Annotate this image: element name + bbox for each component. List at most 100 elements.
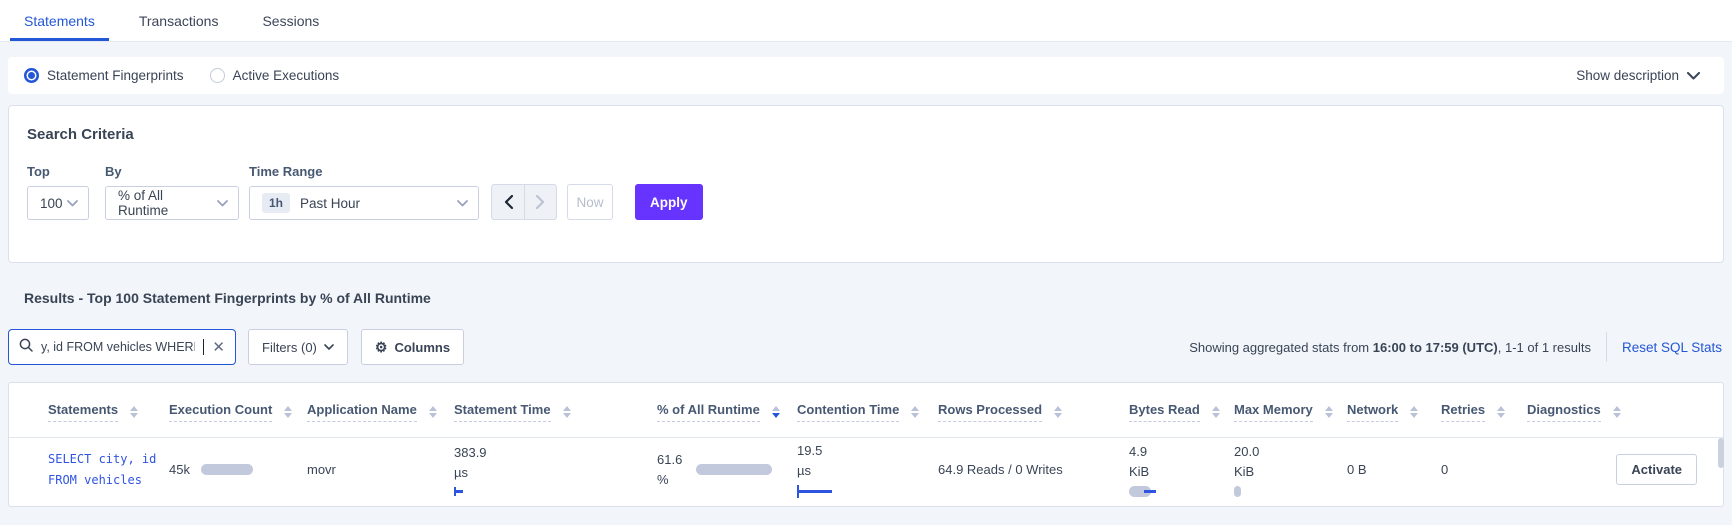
statement-search-input[interactable]: y, id FROM vehicles WHERE city = $1 ✕ bbox=[8, 329, 236, 365]
search-input-value: y, id FROM vehicles WHERE city = $1 bbox=[41, 340, 195, 354]
rows-processed-cell: 64.9 Reads / 0 Writes bbox=[938, 461, 1063, 477]
sort-icon bbox=[1410, 406, 1419, 418]
stats-time-range: 16:00 to 17:59 (UTC) bbox=[1372, 339, 1498, 355]
by-select-value: % of All Runtime bbox=[118, 188, 169, 218]
chevron-down-icon bbox=[67, 199, 78, 207]
sort-icon bbox=[284, 406, 293, 418]
vertical-scrollbar-thumb[interactable] bbox=[1718, 438, 1724, 468]
column-header-execution-count[interactable]: Execution Count bbox=[169, 402, 307, 422]
show-description-toggle[interactable]: Show description bbox=[1576, 68, 1708, 83]
retries-cell: 0 bbox=[1441, 461, 1449, 477]
time-range-pager bbox=[491, 184, 557, 220]
max-memory-cell: 20.0 KiB bbox=[1234, 442, 1347, 497]
execution-count-bar bbox=[200, 464, 253, 475]
view-toggle-bar: Statement Fingerprints Active Executions… bbox=[8, 57, 1724, 94]
results-toolbar: y, id FROM vehicles WHERE city = $1 ✕ Fi… bbox=[8, 329, 1724, 365]
gear-icon: ⚙ bbox=[374, 338, 388, 355]
next-time-button[interactable] bbox=[524, 185, 556, 219]
table-header-row: Statements Execution Count Application N… bbox=[9, 383, 1723, 437]
activate-diagnostics-button[interactable]: Activate bbox=[1616, 454, 1697, 485]
column-header-percent-runtime[interactable]: % of All Runtime bbox=[657, 402, 797, 422]
tab-statements[interactable]: Statements bbox=[10, 0, 109, 41]
column-header-statement-time[interactable]: Statement Time bbox=[454, 402, 657, 422]
chevron-down-icon bbox=[217, 199, 228, 207]
sort-icon bbox=[1054, 406, 1063, 418]
column-header-diagnostics[interactable]: Diagnostics bbox=[1527, 402, 1715, 422]
column-header-contention-time[interactable]: Contention Time bbox=[797, 402, 938, 422]
sort-icon bbox=[1211, 406, 1220, 418]
show-description-label: Show description bbox=[1576, 68, 1679, 83]
runtime-percent-cell: 61.6 % bbox=[657, 450, 797, 490]
radio-label: Active Executions bbox=[232, 68, 340, 83]
sort-icon-descending bbox=[771, 406, 780, 418]
chevron-right-icon bbox=[536, 195, 545, 209]
statements-table: Statements Execution Count Application N… bbox=[8, 382, 1724, 507]
results-heading: Results - Top 100 Statement Fingerprints… bbox=[24, 290, 431, 306]
now-button[interactable]: Now bbox=[567, 184, 613, 220]
column-header-bytes-read[interactable]: Bytes Read bbox=[1129, 402, 1234, 422]
reset-sql-stats-link[interactable]: Reset SQL Stats bbox=[1622, 340, 1724, 355]
sort-icon bbox=[1497, 406, 1506, 418]
column-header-application-name[interactable]: Application Name bbox=[307, 402, 454, 422]
runtime-percent-bar bbox=[696, 464, 773, 475]
top-nav: Statements Transactions Sessions bbox=[0, 0, 1732, 42]
statement-time-cell: 383.9 µs bbox=[454, 443, 657, 496]
by-select[interactable]: % of All Runtime bbox=[105, 186, 239, 220]
divider bbox=[1605, 332, 1607, 362]
columns-button[interactable]: ⚙ Columns bbox=[360, 329, 465, 365]
top-select[interactable]: 100 bbox=[27, 186, 89, 220]
time-range-label: Time Range bbox=[249, 164, 323, 179]
sort-icon bbox=[562, 406, 571, 418]
clear-search-icon[interactable]: ✕ bbox=[212, 340, 225, 355]
network-cell: 0 B bbox=[1347, 461, 1367, 477]
radio-selected-icon bbox=[24, 68, 39, 83]
table-row: SELECT city, id FROM vehicles 45k movr 3… bbox=[9, 437, 1723, 501]
text-cursor bbox=[202, 339, 205, 355]
aggregated-stats-text: Showing aggregated stats from 16:00 to 1… bbox=[1189, 339, 1591, 355]
sort-icon bbox=[1324, 406, 1333, 418]
filters-button[interactable]: Filters (0) bbox=[248, 329, 348, 365]
column-header-rows-processed[interactable]: Rows Processed bbox=[938, 402, 1129, 422]
radio-unselected-icon bbox=[209, 68, 225, 83]
search-criteria-title: Search Criteria bbox=[27, 126, 134, 143]
bytes-read-cell: 4.9 KiB bbox=[1129, 442, 1234, 497]
bytes-read-bar bbox=[1129, 486, 1163, 497]
chevron-down-icon bbox=[324, 344, 334, 350]
sort-icon bbox=[911, 406, 920, 418]
statement-time-bar bbox=[454, 487, 657, 496]
execution-count-cell: 45k bbox=[169, 462, 307, 477]
column-header-network[interactable]: Network bbox=[1347, 402, 1441, 422]
search-criteria-panel: Search Criteria Top 100 By % of All Runt… bbox=[8, 105, 1724, 263]
sort-icon bbox=[428, 406, 437, 418]
time-range-select[interactable]: 1h Past Hour bbox=[249, 186, 479, 220]
application-name-cell: movr bbox=[307, 461, 336, 477]
sort-icon bbox=[130, 406, 139, 418]
column-header-max-memory[interactable]: Max Memory bbox=[1234, 402, 1347, 422]
time-range-badge: 1h bbox=[262, 193, 291, 213]
time-range-value: Past Hour bbox=[300, 195, 361, 211]
chevron-left-icon bbox=[504, 195, 513, 209]
prev-time-button[interactable] bbox=[492, 185, 524, 219]
top-label: Top bbox=[27, 164, 50, 179]
radio-label: Statement Fingerprints bbox=[47, 68, 184, 83]
chevron-down-icon bbox=[457, 199, 468, 207]
search-icon bbox=[19, 338, 33, 357]
radio-active-executions[interactable]: Active Executions bbox=[209, 68, 340, 83]
columns-label: Columns bbox=[394, 339, 451, 355]
diagnostics-cell: Activate bbox=[1527, 454, 1715, 485]
tab-transactions[interactable]: Transactions bbox=[125, 0, 233, 41]
contention-time-cell: 19.5 µs bbox=[797, 441, 938, 498]
apply-button[interactable]: Apply bbox=[635, 184, 703, 220]
sort-icon bbox=[1612, 406, 1621, 418]
max-memory-bar bbox=[1234, 486, 1347, 497]
contention-time-bar bbox=[797, 485, 938, 498]
filters-label: Filters (0) bbox=[262, 339, 317, 355]
radio-statement-fingerprints[interactable]: Statement Fingerprints bbox=[24, 68, 184, 83]
tab-sessions[interactable]: Sessions bbox=[248, 0, 333, 41]
chevron-down-icon bbox=[1687, 71, 1700, 80]
column-header-statements[interactable]: Statements bbox=[48, 402, 169, 422]
statement-fingerprint-link[interactable]: SELECT city, id FROM vehicles bbox=[48, 449, 169, 491]
column-header-retries[interactable]: Retries bbox=[1441, 402, 1527, 422]
top-select-value: 100 bbox=[40, 195, 63, 211]
by-label: By bbox=[105, 164, 122, 179]
